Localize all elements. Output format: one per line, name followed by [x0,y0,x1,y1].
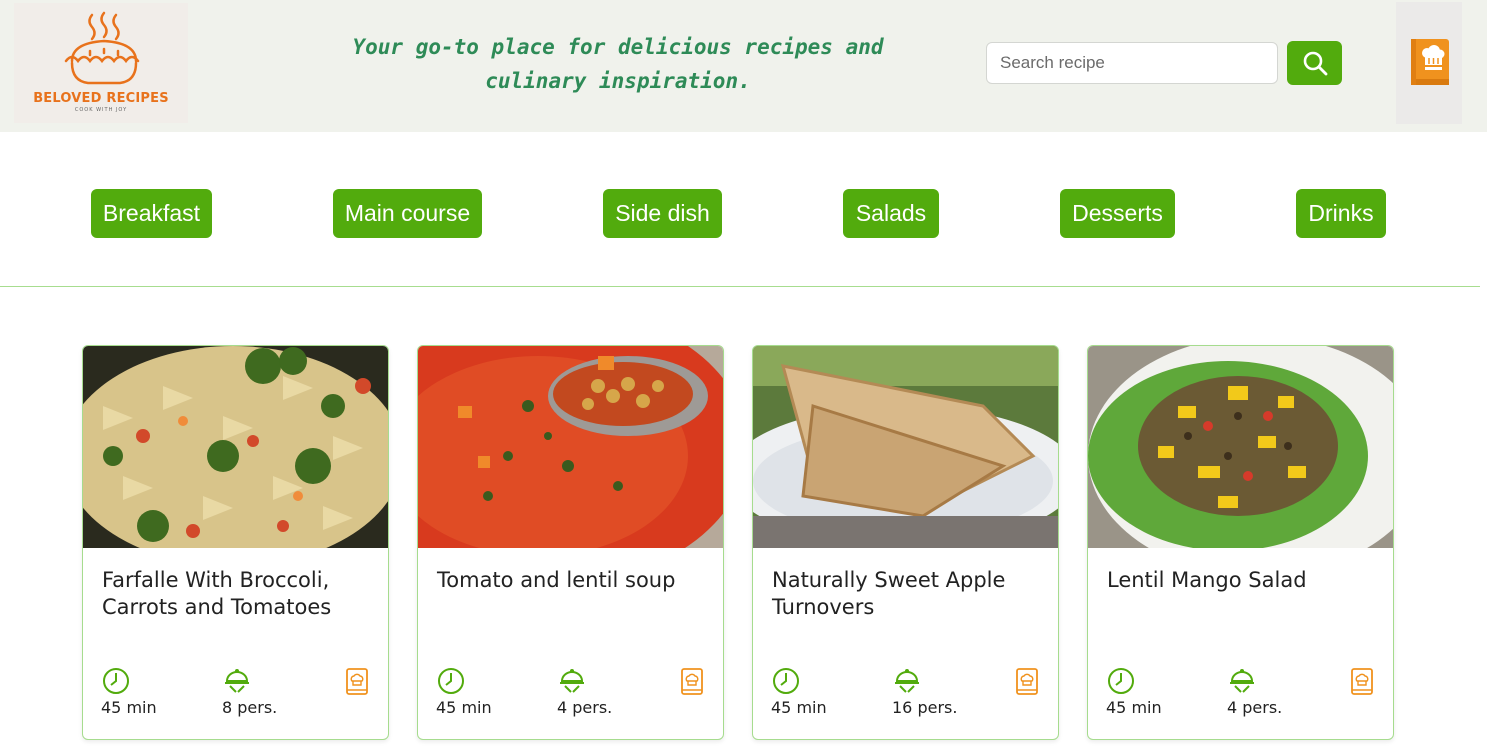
category-main-course[interactable]: Main course [333,189,482,238]
recipe-card[interactable]: Naturally Sweet Apple Turnovers 45 min 1… [752,345,1059,740]
section-divider [0,286,1480,287]
recipe-servings: 4 pers. [1227,698,1283,717]
pie-icon [64,11,140,85]
recipe-book-icon[interactable] [345,668,369,696]
recipe-image [418,346,723,548]
recipe-image [1088,346,1393,548]
category-drinks[interactable]: Drinks [1296,189,1386,238]
tagline-line-2: culinary inspiration. [485,69,751,93]
recipe-time: 45 min [771,698,827,717]
clock-icon [773,668,799,694]
recipe-time: 45 min [101,698,157,717]
clock-icon [438,668,464,694]
site-logo[interactable]: BELOVED RECIPES COOK WITH JOY [14,3,188,123]
recipe-title: Farfalle With Broccoli, Carrots and Toma… [102,568,332,619]
recipe-card[interactable]: Tomato and lentil soup 45 min 4 pers. [417,345,724,740]
header: BELOVED RECIPES COOK WITH JOY Your go-to… [0,0,1487,132]
recipe-card[interactable]: Lentil Mango Salad 45 min 4 pers. [1087,345,1394,740]
clock-icon [103,668,129,694]
recipe-title: Naturally Sweet Apple Turnovers [772,568,1006,619]
search-input[interactable] [986,42,1278,84]
clock-icon [1108,668,1134,694]
recipe-image [753,346,1058,548]
tagline: Your go-to place for delicious recipes a… [330,30,906,98]
recipe-time: 45 min [1106,698,1162,717]
serving-cloche-icon [1230,669,1254,693]
recipe-book-icon[interactable] [1015,668,1039,696]
recipe-servings: 8 pers. [222,698,278,717]
recipe-book-icon[interactable] [680,668,704,696]
tagline-line-1: Your go-to place for delicious recipes a… [352,35,884,59]
category-desserts[interactable]: Desserts [1060,189,1175,238]
my-recipes-button[interactable] [1396,2,1462,124]
search-button[interactable] [1287,41,1342,85]
serving-cloche-icon [895,669,919,693]
recipe-title: Lentil Mango Salad [1107,568,1307,592]
category-salads[interactable]: Salads [843,189,939,238]
serving-cloche-icon [225,669,249,693]
search-icon [1303,51,1327,76]
recipe-title: Tomato and lentil soup [437,568,676,592]
category-side-dish[interactable]: Side dish [603,189,722,238]
category-breakfast[interactable]: Breakfast [91,189,212,238]
logo-subtitle: COOK WITH JOY [74,107,128,113]
recipe-servings: 4 pers. [557,698,613,717]
serving-cloche-icon [560,669,584,693]
recipe-servings: 16 pers. [892,698,958,717]
logo-title: BELOVED RECIPES [33,91,169,106]
recipe-book-icon [1411,39,1449,85]
recipe-time: 45 min [436,698,492,717]
recipe-card[interactable]: Farfalle With Broccoli, Carrots and Toma… [82,345,389,740]
recipe-image [83,346,388,548]
recipe-book-icon[interactable] [1350,668,1374,696]
